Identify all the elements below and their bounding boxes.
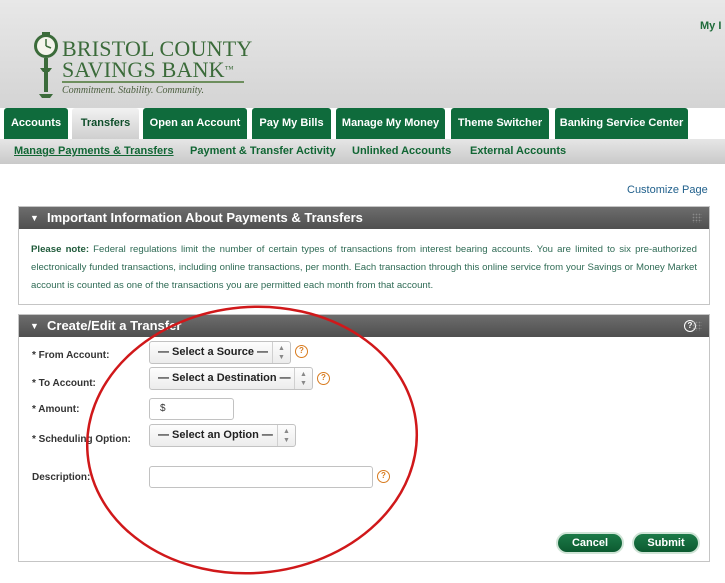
tab-pay-my-bills[interactable]: Pay My Bills bbox=[252, 108, 331, 139]
tab-manage-my-money[interactable]: Manage My Money bbox=[336, 108, 445, 139]
logo-divider bbox=[62, 81, 244, 83]
scheduling-option-value: — Select an Option — bbox=[158, 429, 273, 441]
info-panel-text: Please note: Federal regulations limit t… bbox=[19, 229, 709, 295]
transfer-panel-title: Create/Edit a Transfer bbox=[47, 318, 182, 333]
tab-banking-service-center[interactable]: Banking Service Center bbox=[555, 108, 688, 139]
description-help-icon[interactable]: ? bbox=[377, 470, 390, 483]
main-nav-tabs: Accounts Transfers Open an Account Pay M… bbox=[0, 108, 725, 139]
note-label: Please note: bbox=[31, 244, 90, 255]
spinner-icon: ▲ ▼ bbox=[294, 368, 312, 389]
site-header: BRISTOL COUNTY SAVINGS BANK™ Commitment.… bbox=[0, 0, 725, 108]
transfer-panel-header[interactable]: ▼ Create/Edit a Transfer ? bbox=[19, 315, 709, 337]
my-account-link[interactable]: My I bbox=[700, 20, 721, 32]
info-panel-title: Important Information About Payments & T… bbox=[47, 210, 363, 225]
sub-nav: Manage Payments & Transfers Payment & Tr… bbox=[0, 139, 725, 164]
clock-tower-logo-icon bbox=[34, 32, 58, 98]
to-account-label: * To Account: bbox=[32, 378, 96, 389]
bank-name-line1: BRISTOL COUNTY bbox=[62, 36, 253, 61]
to-account-value: — Select a Destination — bbox=[158, 372, 291, 384]
subnav-manage-payments[interactable]: Manage Payments & Transfers bbox=[14, 145, 174, 157]
from-account-label: * From Account: bbox=[32, 350, 110, 361]
info-panel-header[interactable]: ▼ Important Information About Payments &… bbox=[19, 207, 709, 229]
subnav-external-accounts[interactable]: External Accounts bbox=[470, 145, 566, 157]
description-input[interactable] bbox=[149, 466, 373, 488]
tab-transfers[interactable]: Transfers bbox=[72, 108, 139, 139]
description-label: Description: bbox=[32, 472, 91, 483]
note-text: Federal regulations limit the number of … bbox=[31, 244, 697, 291]
collapse-arrow-icon[interactable]: ▼ bbox=[30, 207, 39, 229]
spinner-icon: ▲ ▼ bbox=[277, 425, 295, 446]
bank-name-line2: SAVINGS BANK bbox=[62, 57, 225, 82]
amount-input[interactable]: $ bbox=[149, 398, 234, 420]
submit-button[interactable]: Submit bbox=[632, 532, 700, 554]
grip-icon[interactable] bbox=[692, 213, 702, 223]
customize-page-link[interactable]: Customize Page bbox=[627, 184, 708, 196]
scheduling-option-label: * Scheduling Option: bbox=[32, 434, 131, 445]
from-account-select[interactable]: — Select a Source — ▲ ▼ bbox=[149, 341, 291, 364]
scheduling-option-select[interactable]: — Select an Option — ▲ ▼ bbox=[149, 424, 296, 447]
grip-icon[interactable] bbox=[692, 321, 702, 331]
spinner-icon: ▲ ▼ bbox=[272, 342, 290, 363]
bank-tagline: Commitment. Stability. Community. bbox=[62, 85, 204, 96]
from-account-value: — Select a Source — bbox=[158, 346, 269, 358]
bank-name: BRISTOL COUNTY SAVINGS BANK™ bbox=[62, 36, 253, 82]
trademark-symbol: ™ bbox=[224, 64, 234, 74]
subnav-payment-activity[interactable]: Payment & Transfer Activity bbox=[190, 145, 336, 157]
from-help-icon[interactable]: ? bbox=[295, 345, 308, 358]
to-help-icon[interactable]: ? bbox=[317, 372, 330, 385]
tab-accounts[interactable]: Accounts bbox=[4, 108, 68, 139]
cancel-button[interactable]: Cancel bbox=[556, 532, 624, 554]
info-panel: ▼ Important Information About Payments &… bbox=[18, 206, 710, 305]
to-account-select[interactable]: — Select a Destination — ▲ ▼ bbox=[149, 367, 313, 390]
collapse-arrow-icon[interactable]: ▼ bbox=[30, 315, 39, 337]
tab-open-account[interactable]: Open an Account bbox=[143, 108, 247, 139]
amount-label: * Amount: bbox=[32, 404, 80, 415]
subnav-unlinked-accounts[interactable]: Unlinked Accounts bbox=[352, 145, 451, 157]
tab-theme-switcher[interactable]: Theme Switcher bbox=[451, 108, 549, 139]
transfer-panel: ▼ Create/Edit a Transfer ? * From Accoun… bbox=[18, 314, 710, 562]
